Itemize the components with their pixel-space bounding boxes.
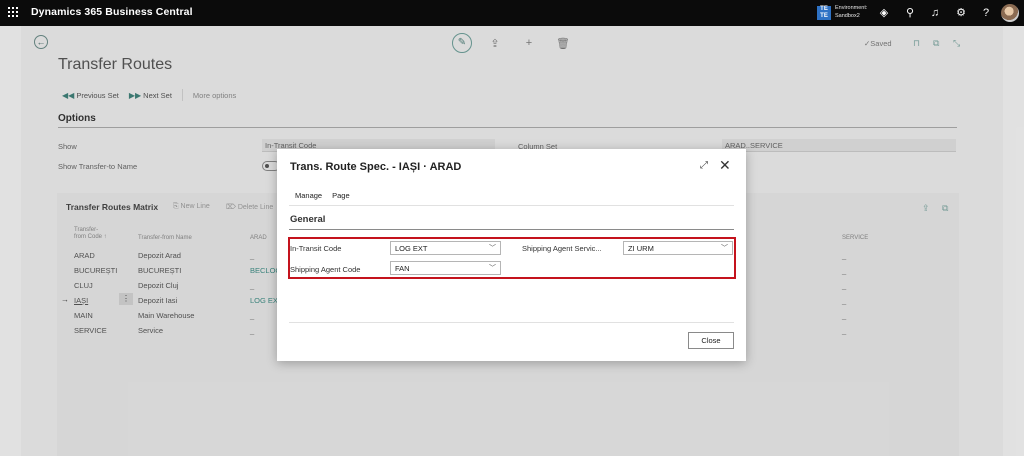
expand-icon[interactable]: ⤢ (700, 160, 708, 171)
shipping-agent-service-value: ZI URM (628, 244, 654, 253)
shipping-agent-code-select[interactable]: FAN ﹀ (390, 261, 501, 275)
in-transit-code-select[interactable]: LOG EXT ﹀ (390, 241, 501, 255)
close-icon[interactable]: ✕ (719, 157, 731, 174)
copilot-icon[interactable]: ◈ (877, 6, 891, 20)
app-launcher-icon[interactable] (8, 7, 20, 19)
top-navigation-bar: Dynamics 365 Business Central TE TE Envir… (0, 0, 1024, 26)
in-transit-code-value: LOG EXT (395, 244, 428, 253)
chevron-down-icon: ﹀ (489, 245, 496, 252)
transfer-route-spec-dialog: Trans. Route Spec. - IAȘI · ARAD ⤢ ✕ Man… (277, 149, 746, 361)
shipping-agent-code-value: FAN (395, 264, 410, 273)
general-divider (289, 229, 734, 230)
chevron-down-icon: ﹀ (721, 245, 728, 252)
shipping-agent-code-label: Shipping Agent Code (290, 265, 361, 274)
menu-manage[interactable]: Manage (295, 191, 322, 200)
environment-info[interactable]: Environment: Sandbox2 (835, 4, 867, 20)
environment-name: Sandbox2 (835, 13, 860, 19)
in-transit-code-label: In-Transit Code (290, 244, 342, 253)
gear-icon[interactable]: ⚙ (954, 6, 968, 20)
menu-divider (289, 205, 734, 206)
app-title[interactable]: Dynamics 365 Business Central (31, 6, 193, 18)
dialog-menu: Manage Page (295, 191, 350, 200)
dialog-title: Trans. Route Spec. - IAȘI · ARAD (290, 161, 462, 173)
help-icon[interactable]: ? (979, 6, 993, 20)
avatar[interactable] (1001, 4, 1019, 22)
bell-icon[interactable]: ♫ (928, 6, 942, 20)
general-group-heading[interactable]: General (290, 214, 325, 225)
shipping-agent-service-select[interactable]: ZI URM ﹀ (623, 241, 733, 255)
close-button[interactable]: Close (688, 332, 734, 349)
chevron-down-icon: ﹀ (489, 265, 496, 272)
environment-label: Environment: (835, 5, 868, 11)
footer-divider (289, 322, 734, 323)
shipping-agent-service-label: Shipping Agent Servic... (522, 244, 602, 253)
menu-page[interactable]: Page (332, 191, 350, 200)
search-icon[interactable]: ⚲ (903, 6, 917, 20)
environment-badge-icon[interactable]: TE TE (817, 6, 831, 20)
